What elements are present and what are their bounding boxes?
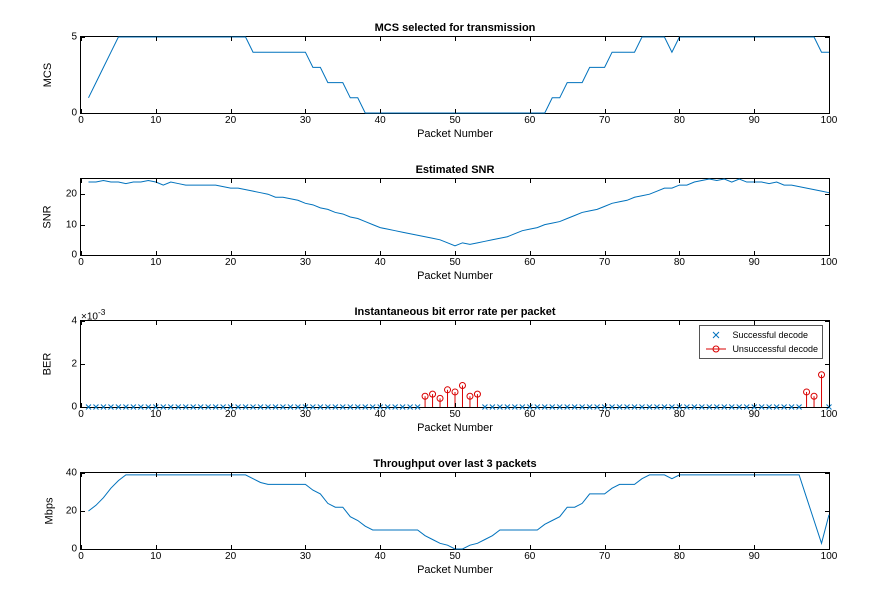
y-axis-label: SNR xyxy=(42,205,54,228)
line-series-snr xyxy=(81,179,829,255)
y-axis-label: Mbps xyxy=(43,498,55,525)
y-axis-label: BER xyxy=(41,353,53,376)
chart-mcs: MCS selected for transmission MCS 05 010… xyxy=(80,22,830,140)
plot-area-throughput: Mbps 02040 0102030405060708090100 xyxy=(80,472,830,550)
plot-area-snr: SNR 01020 0102030405060708090100 xyxy=(80,178,830,256)
chart-snr: Estimated SNR SNR 01020 0102030405060708… xyxy=(80,164,830,282)
legend-label: Unsuccessful decode xyxy=(732,344,818,354)
chart-throughput: Throughput over last 3 packets Mbps 0204… xyxy=(80,458,830,576)
legend-entry-unsuccessful: Unsuccessful decode xyxy=(704,342,818,356)
x-axis-label: Packet Number xyxy=(80,270,830,282)
legend-label: Successful decode xyxy=(732,330,808,340)
line-series-throughput xyxy=(81,473,829,549)
plot-area-ber: ×10-3 BER 024 0102030405060708090100 Suc… xyxy=(80,320,830,408)
chart-title: Estimated SNR xyxy=(80,164,830,176)
x-axis-label: Packet Number xyxy=(80,564,830,576)
line-series-mcs xyxy=(81,37,829,113)
x-axis-label: Packet Number xyxy=(80,128,830,140)
chart-title: Instantaneous bit error rate per packet xyxy=(80,306,830,318)
y-axis-label: MCS xyxy=(42,63,54,87)
legend-entry-successful: Successful decode xyxy=(704,328,818,342)
chart-title: Throughput over last 3 packets xyxy=(80,458,830,470)
plot-area-mcs: MCS 05 0102030405060708090100 xyxy=(80,36,830,114)
chart-title: MCS selected for transmission xyxy=(80,22,830,34)
chart-legend: Successful decode Unsuccessful decode xyxy=(699,325,823,359)
chart-ber: Instantaneous bit error rate per packet … xyxy=(80,306,830,434)
x-axis-label: Packet Number xyxy=(80,422,830,434)
